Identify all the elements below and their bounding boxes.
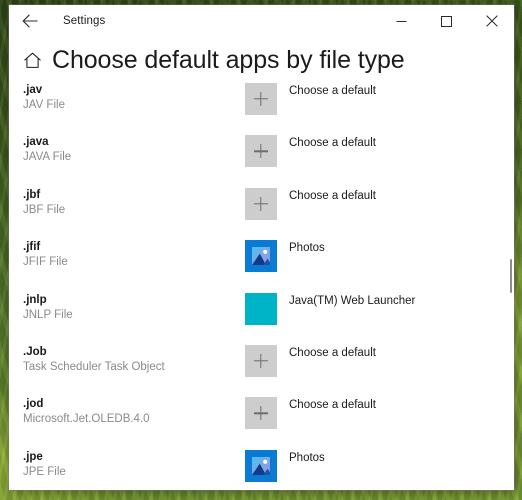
close-button[interactable] bbox=[469, 5, 514, 37]
file-extension: .jav bbox=[23, 84, 43, 96]
home-icon[interactable] bbox=[21, 50, 43, 72]
default-app-label: Choose a default bbox=[289, 137, 376, 150]
default-app-label: Choose a default bbox=[289, 189, 376, 202]
default-app-button[interactable]: Choose a default bbox=[245, 397, 514, 430]
settings-window: Settings Choose default apps by file typ… bbox=[9, 5, 514, 490]
file-type-info: .jpe JPE File bbox=[9, 450, 245, 480]
file-type-description: JNLP File bbox=[23, 308, 73, 321]
plus-icon bbox=[245, 135, 277, 168]
java-launcher-icon bbox=[245, 292, 277, 325]
file-extension: .jbf bbox=[23, 188, 41, 201]
page-header: Choose default apps by file type bbox=[9, 37, 514, 81]
default-app-label: Choose a default bbox=[289, 346, 376, 359]
plus-icon bbox=[245, 187, 277, 220]
default-app-label: Choose a default bbox=[289, 85, 376, 97]
minimize-button[interactable] bbox=[379, 5, 424, 37]
table-row: .jbf JBF File Choose a default bbox=[9, 187, 514, 240]
desktop-background: Settings Choose default apps by file typ… bbox=[0, 0, 522, 500]
default-app-button[interactable]: Photos bbox=[245, 240, 514, 273]
file-type-info: .java JAVA File bbox=[9, 135, 245, 165]
table-row: .jpe JPE File Photos bbox=[9, 449, 514, 490]
file-type-description: Task Scheduler Task Object bbox=[23, 360, 165, 373]
default-app-button[interactable]: Java(TM) Web Launcher bbox=[245, 292, 514, 325]
table-row: .Job Task Scheduler Task Object Choose a… bbox=[9, 344, 514, 397]
file-type-description: JAVA File bbox=[23, 151, 72, 164]
file-extension: .jod bbox=[23, 398, 44, 411]
file-type-info: .jfif JFIF File bbox=[9, 240, 245, 270]
file-type-description: JFIF File bbox=[23, 256, 68, 269]
file-extension: .jnlp bbox=[23, 293, 47, 306]
table-row: .jfif JFIF File Photos bbox=[9, 240, 514, 292]
file-extension: .jfif bbox=[23, 241, 41, 254]
page-title: Choose default apps by file type bbox=[52, 46, 405, 74]
default-app-label: Choose a default bbox=[289, 399, 376, 412]
file-type-list: .jav JAV File Choose a default .java JAV… bbox=[9, 81, 514, 490]
default-app-button[interactable]: Choose a default bbox=[245, 135, 514, 168]
file-type-description: JAV File bbox=[23, 99, 65, 111]
close-icon bbox=[485, 15, 498, 27]
default-app-button[interactable]: Choose a default bbox=[245, 187, 514, 220]
default-app-button[interactable]: Photos bbox=[245, 449, 514, 482]
default-app-button[interactable]: Choose a default bbox=[245, 344, 514, 377]
default-app-label: Java(TM) Web Launcher bbox=[289, 294, 416, 307]
default-app-label: Photos bbox=[289, 242, 325, 255]
scrollbar[interactable] bbox=[508, 37, 514, 490]
minimize-icon bbox=[396, 16, 407, 27]
default-app-button[interactable]: Choose a default bbox=[245, 83, 514, 115]
plus-icon bbox=[245, 344, 277, 377]
default-app-label: Photos bbox=[289, 451, 325, 464]
table-row: .java JAVA File Choose a default bbox=[9, 135, 514, 187]
plus-icon bbox=[245, 83, 277, 115]
file-type-description: Microsoft.Jet.OLEDB.4.0 bbox=[23, 413, 150, 426]
file-type-info: .jnlp JNLP File bbox=[9, 293, 245, 323]
scrollbar-thumb[interactable] bbox=[510, 259, 512, 293]
file-type-info: .jav JAV File bbox=[9, 83, 245, 113]
file-type-info: .Job Task Scheduler Task Object bbox=[9, 345, 245, 375]
photos-icon bbox=[245, 449, 277, 482]
file-type-description: JBF File bbox=[23, 203, 66, 216]
back-button[interactable] bbox=[9, 5, 51, 37]
file-type-info: .jbf JBF File bbox=[9, 188, 245, 218]
file-extension: .Job bbox=[23, 345, 47, 358]
maximize-icon bbox=[441, 15, 452, 27]
maximize-button[interactable] bbox=[424, 5, 469, 37]
file-type-info: .jod Microsoft.Jet.OLEDB.4.0 bbox=[9, 397, 245, 427]
title-bar: Settings bbox=[9, 5, 514, 37]
photos-icon bbox=[245, 240, 277, 273]
file-extension: .java bbox=[23, 136, 49, 149]
file-extension: .jpe bbox=[23, 450, 43, 463]
table-row: .jnlp JNLP File Java(TM) Web Launcher bbox=[9, 292, 514, 345]
back-arrow-icon bbox=[22, 14, 38, 28]
plus-icon bbox=[245, 397, 277, 430]
window-controls bbox=[379, 5, 514, 37]
table-row: .jod Microsoft.Jet.OLEDB.4.0 Choose a de… bbox=[9, 397, 514, 449]
file-type-description: JPE File bbox=[23, 465, 66, 478]
app-title: Settings bbox=[63, 15, 106, 27]
table-row: .jav JAV File Choose a default bbox=[9, 83, 514, 135]
